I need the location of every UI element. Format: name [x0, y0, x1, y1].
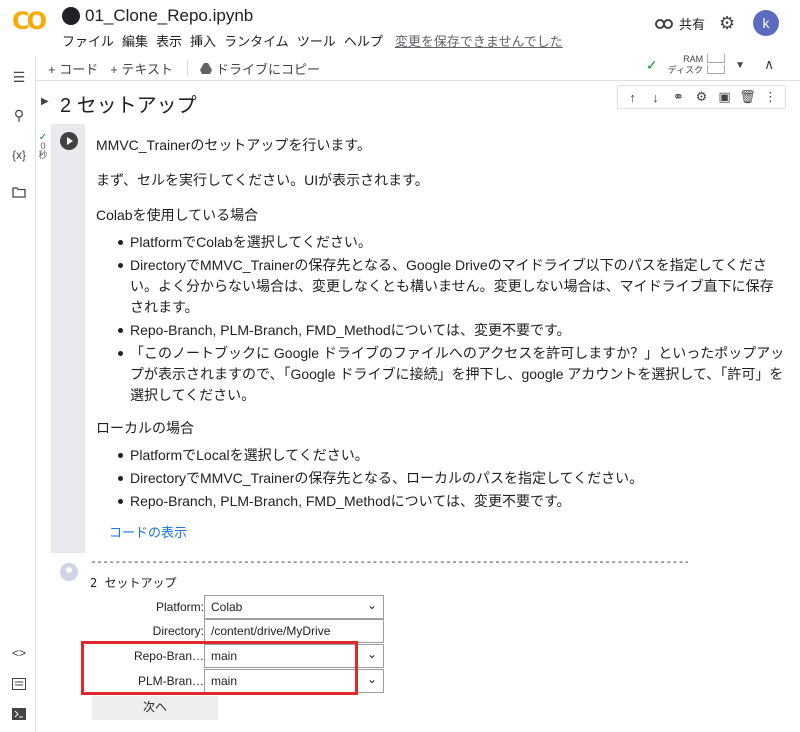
notebook-toolbar: + コード + テキスト ドライブにコピー ✓ RAM ディスク ▼ ∧ [36, 54, 800, 80]
left-sidebar: ☰ ⚲ {x} <> [0, 56, 36, 732]
section-title: 2 セットアップ [60, 95, 197, 117]
markdown-content: MMVC_Trainerのセットアップを行います。 まず、セルを実行してください… [96, 135, 786, 524]
list-item: DirectoryでMMVC_Trainerの保存先となる、Google Dri… [118, 255, 786, 318]
code-snippets-icon[interactable]: <> [10, 644, 28, 662]
list-item: DirectoryでMMVC_Trainerの保存先となる、ローカルのパスを指定… [118, 468, 786, 489]
run-cell-button[interactable] [60, 132, 78, 150]
next-button[interactable]: 次へ [92, 696, 218, 720]
list-item: Repo-Branch, PLM-Branch, FMD_Methodについては… [118, 320, 786, 341]
menu-help[interactable]: ヘルプ [344, 31, 383, 50]
github-icon [62, 7, 80, 25]
top-bar: CO 01_Clone_Repo.ipynb ファイル 編集 表示 挿入 ランタ… [0, 0, 800, 56]
gear-icon[interactable]: ⚙ [719, 13, 735, 34]
output-user-icon [60, 563, 78, 581]
menu-view[interactable]: 表示 [156, 31, 182, 50]
share-label: 共有 [679, 17, 706, 32]
link-icon [655, 18, 673, 29]
menu-insert[interactable]: 挿入 [190, 31, 216, 50]
unsaved-changes-link[interactable]: 変更を保存できませんでした [395, 31, 563, 50]
cell-toolbar: ↑ ↓ ⚭ ⚙ ▣ 🗑 ⋮ [617, 85, 786, 109]
copy-to-drive-label: ドライブにコピー [216, 61, 321, 77]
terminal-icon[interactable] [10, 706, 28, 724]
toolbar-divider [187, 60, 189, 76]
list-item: 「このノートブックに Google ドライブのファイルへのアクセスを許可しますか… [118, 343, 786, 406]
chevron-down-icon: ⌄ [366, 598, 377, 612]
variables-icon[interactable]: {x} [10, 146, 28, 164]
more-options-icon[interactable]: ⋮ [762, 89, 779, 105]
link-icon[interactable]: ⚭ [670, 89, 687, 105]
chevron-down-icon: ⌄ [366, 672, 377, 686]
section-collapse-icon[interactable]: ▶ [41, 96, 49, 107]
menu-edit[interactable]: 編集 [122, 31, 148, 50]
menu-tools[interactable]: ツール [297, 31, 336, 50]
share-button[interactable]: 共有 [655, 14, 705, 33]
highlight-box [81, 641, 358, 695]
folder-icon[interactable] [10, 184, 28, 202]
add-text-button[interactable]: + テキスト [110, 59, 173, 78]
avatar[interactable]: k [753, 10, 779, 36]
mirror-cell-icon[interactable]: ▣ [716, 89, 733, 105]
show-code-link[interactable]: コードの表示 [109, 522, 187, 541]
platform-label: Platform: [155, 600, 204, 614]
move-up-icon[interactable]: ↑ [624, 90, 641, 105]
directory-row: Directory: /content/drive/MyDrive [90, 619, 390, 643]
run-status: ✓ 0 秒 [36, 133, 50, 160]
menu-bar: ファイル 編集 表示 挿入 ランタイム ツール ヘルプ 変更を保存できませんでし… [62, 31, 571, 50]
list-item: PlatformでColabを選択してください。 [118, 232, 786, 253]
colab-list: PlatformでColabを選択してください。 DirectoryでMMVC_… [118, 232, 786, 406]
colab-logo[interactable]: CO [12, 7, 48, 35]
directory-input[interactable]: /content/drive/MyDrive [204, 619, 384, 643]
ram-label: RAM [683, 54, 704, 64]
resource-indicator[interactable]: ✓ RAM ディスク ▼ [646, 54, 745, 76]
table-of-contents-icon[interactable]: ☰ [10, 68, 28, 86]
chevron-down-icon: ⌄ [366, 647, 377, 661]
gear-icon[interactable]: ⚙ [693, 89, 710, 105]
resource-bars [707, 54, 726, 76]
menu-file[interactable]: ファイル [62, 31, 114, 50]
output-separator: ----------------------------------------… [90, 555, 688, 567]
cell-gutter [51, 124, 85, 553]
colab-heading: Colabを使用している場合 [96, 207, 259, 223]
connected-check-icon: ✓ [646, 56, 658, 73]
menu-runtime[interactable]: ランタイム [224, 31, 289, 50]
copy-to-drive-button[interactable]: ドライブにコピー [200, 59, 320, 78]
platform-row: Platform: Colab ⌄ [90, 595, 390, 619]
chevron-down-icon[interactable]: ▼ [735, 60, 745, 71]
local-list: PlatformでLocalを選択してください。 DirectoryでMMVC_… [118, 445, 786, 512]
list-item: PlatformでLocalを選択してください。 [118, 445, 786, 466]
search-icon[interactable]: ⚲ [10, 106, 28, 124]
chevron-up-icon[interactable]: ∧ [764, 56, 774, 73]
move-down-icon[interactable]: ↓ [647, 90, 664, 105]
notebook-content: ▶ 2 セットアップ ↑ ↓ ⚭ ⚙ ▣ 🗑 ⋮ ✓ 0 秒 MMVC_Trai… [36, 80, 800, 732]
platform-select[interactable]: Colab ⌄ [204, 595, 384, 619]
delete-icon[interactable]: 🗑 [739, 89, 756, 105]
step1-text: まず、セルを実行してください。UIが表示されます。 [96, 172, 429, 188]
add-code-button[interactable]: + コード [48, 59, 98, 78]
output-title: 2 セットアップ [90, 576, 177, 590]
disk-label: ディスク [667, 65, 704, 75]
notebook-title[interactable]: 01_Clone_Repo.ipynb [85, 6, 253, 26]
drive-icon [200, 62, 213, 74]
directory-label: Directory: [152, 624, 204, 638]
local-heading: ローカルの場合 [96, 420, 194, 436]
intro-text: MMVC_Trainerのセットアップを行います。 [96, 137, 371, 153]
list-item: Repo-Branch, PLM-Branch, FMD_Methodについては… [118, 491, 786, 512]
command-palette-icon[interactable] [10, 676, 28, 694]
